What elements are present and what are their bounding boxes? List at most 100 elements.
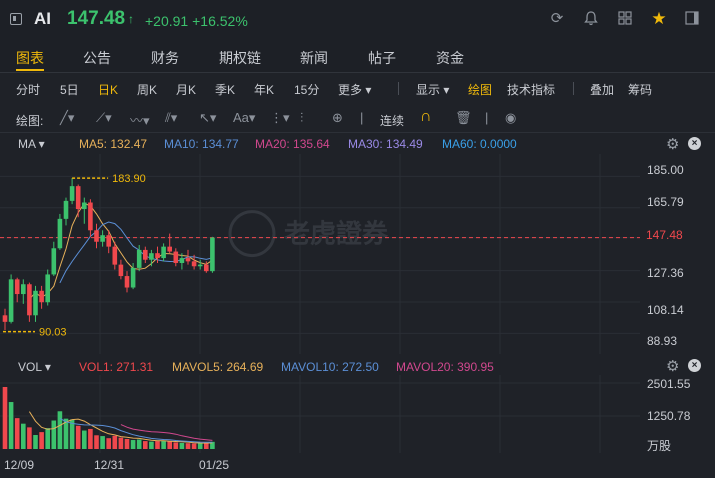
overlay-button[interactable]: 叠加 (590, 81, 614, 98)
candle-body (173, 251, 179, 263)
text-tool-icon[interactable]: Aa▾ (233, 110, 255, 126)
volume-bar (185, 443, 191, 449)
wave-tool-icon[interactable]: 〰▾ (130, 110, 150, 129)
volume-bar (21, 423, 26, 449)
close-icon[interactable]: × (688, 359, 701, 372)
volume-bar (82, 430, 87, 449)
gear-icon[interactable]: ⚙ (666, 135, 679, 153)
volume-bar (8, 402, 14, 449)
channel-tool-icon[interactable]: ⫽▾ (165, 110, 177, 126)
period-daily[interactable]: 日K (98, 81, 118, 98)
candle-body (88, 202, 93, 231)
volume-bar (94, 435, 99, 449)
volume-bar (191, 443, 197, 449)
period-weekly[interactable]: 周K (137, 81, 157, 98)
tab-options[interactable]: 期权链 (219, 48, 261, 68)
candle-body (210, 237, 215, 272)
candle-body (57, 218, 63, 249)
price-axis-tick: 185.00 (647, 163, 684, 177)
zoom-in-icon[interactable]: ⊕ (332, 110, 343, 126)
period-yearly[interactable]: 年K (254, 81, 274, 98)
volume-bar (173, 442, 179, 449)
period-5d[interactable]: 5日 (60, 81, 79, 98)
tab-capital[interactable]: 资金 (436, 48, 464, 68)
volume-bar (51, 420, 57, 449)
watermark-logo (228, 210, 276, 258)
chips-button[interactable]: 筹码 (628, 81, 652, 98)
ma20-value: MA20: 135.64 (255, 137, 330, 151)
candle-body (94, 230, 99, 242)
vol-axis-tick: 2501.55 (647, 377, 691, 391)
candle-body (82, 202, 87, 210)
volume-bar (124, 438, 130, 449)
close-icon[interactable]: × (688, 137, 701, 150)
ma-selector[interactable]: MA ▾ (18, 137, 45, 151)
volume-bar (112, 435, 118, 449)
candle-body (75, 186, 81, 210)
line-tool-icon[interactable]: ╱▾ (60, 110, 74, 126)
indicators-button[interactable]: 技术指标 (507, 81, 555, 98)
bell-icon[interactable] (583, 11, 599, 27)
tab-financials[interactable]: 财务 (151, 48, 179, 68)
period-quarterly[interactable]: 季K (215, 81, 235, 98)
volume-bar (149, 441, 154, 449)
divider (398, 82, 399, 95)
volume-chart[interactable] (0, 375, 640, 453)
ray-tool-icon[interactable]: ⟋▾ (96, 110, 112, 126)
date-tick: 12/31 (94, 458, 125, 472)
candle-body (124, 276, 130, 288)
candle-body (63, 200, 69, 219)
drawing-toolbar: 绘图: ╱▾ ⟋▾ 〰▾ ⫽▾ ↖▾ Aa▾ ⋮▾ ⫶ ⊕ | 连续 ∩ 🗑 |… (0, 104, 715, 133)
vol1-value: VOL1: 271.31 (79, 360, 154, 374)
tab-chart[interactable]: 图表 (16, 48, 44, 68)
sidebar-toggle-icon[interactable] (684, 11, 700, 27)
back-icon[interactable] (10, 13, 22, 25)
tab-announcements[interactable]: 公告 (83, 48, 111, 68)
eye-icon[interactable]: ◉ (505, 110, 516, 126)
candle-body (167, 246, 172, 252)
volume-bar (27, 427, 32, 449)
gear-icon[interactable]: ⚙ (666, 357, 679, 375)
volume-bar (161, 440, 166, 449)
volume-bar (179, 442, 185, 449)
watermark-text: 老虎證券 (284, 219, 389, 250)
price-change: +20.91 +16.52% (145, 13, 248, 29)
tab-posts[interactable]: 帖子 (368, 48, 396, 68)
up-arrow-icon: ↑ (128, 12, 134, 26)
vol-legend: VOL ▾ VOL1: 271.31 MAVOL5: 264.69 MAVOL1… (0, 357, 715, 375)
grid-icon[interactable] (617, 11, 633, 27)
volume-bar (57, 411, 63, 449)
period-intraday[interactable]: 分时 (16, 81, 40, 98)
measure-tool-icon[interactable]: ⫶ (300, 110, 303, 126)
period-15min[interactable]: 15分 (294, 81, 319, 98)
arrow-tool-icon[interactable]: ↖▾ (199, 110, 216, 126)
trash-icon[interactable]: 🗑 (455, 110, 472, 126)
continuous-toggle[interactable]: 连续 (380, 112, 404, 129)
volume-bar (197, 443, 203, 449)
price-chart[interactable]: 老虎證券 183.90 90.03 (0, 154, 640, 354)
volume-bar (130, 440, 136, 449)
tab-news[interactable]: 新闻 (300, 48, 328, 68)
period-more[interactable]: 更多 ▾ (338, 81, 371, 98)
fib-tool-icon[interactable]: ⋮▾ (270, 110, 290, 126)
volume-bar (33, 435, 38, 449)
volume-bar (155, 441, 160, 449)
display-menu[interactable]: 显示 ▾ (416, 81, 449, 98)
candle-body (2, 315, 8, 322)
period-monthly[interactable]: 月K (176, 81, 196, 98)
date-tick: 12/09 (4, 458, 35, 472)
last-price: 147.48 (67, 8, 126, 29)
magnet-icon[interactable]: ∩ (420, 108, 432, 126)
candle-body (8, 279, 14, 322)
refresh-icon[interactable]: ⟳ (549, 11, 565, 27)
star-icon[interactable]: ★ (651, 10, 667, 27)
vol-selector[interactable]: VOL ▾ (18, 360, 51, 374)
candle-body (100, 235, 105, 242)
draw-toggle[interactable]: 绘图 (468, 81, 492, 98)
divider (573, 82, 574, 95)
candle-body (106, 235, 111, 247)
ma10-value: MA10: 134.77 (164, 137, 239, 151)
date-axis: 12/09 12/31 01/25 (0, 455, 715, 478)
candle-body (130, 267, 136, 288)
ma5-line (29, 202, 213, 300)
